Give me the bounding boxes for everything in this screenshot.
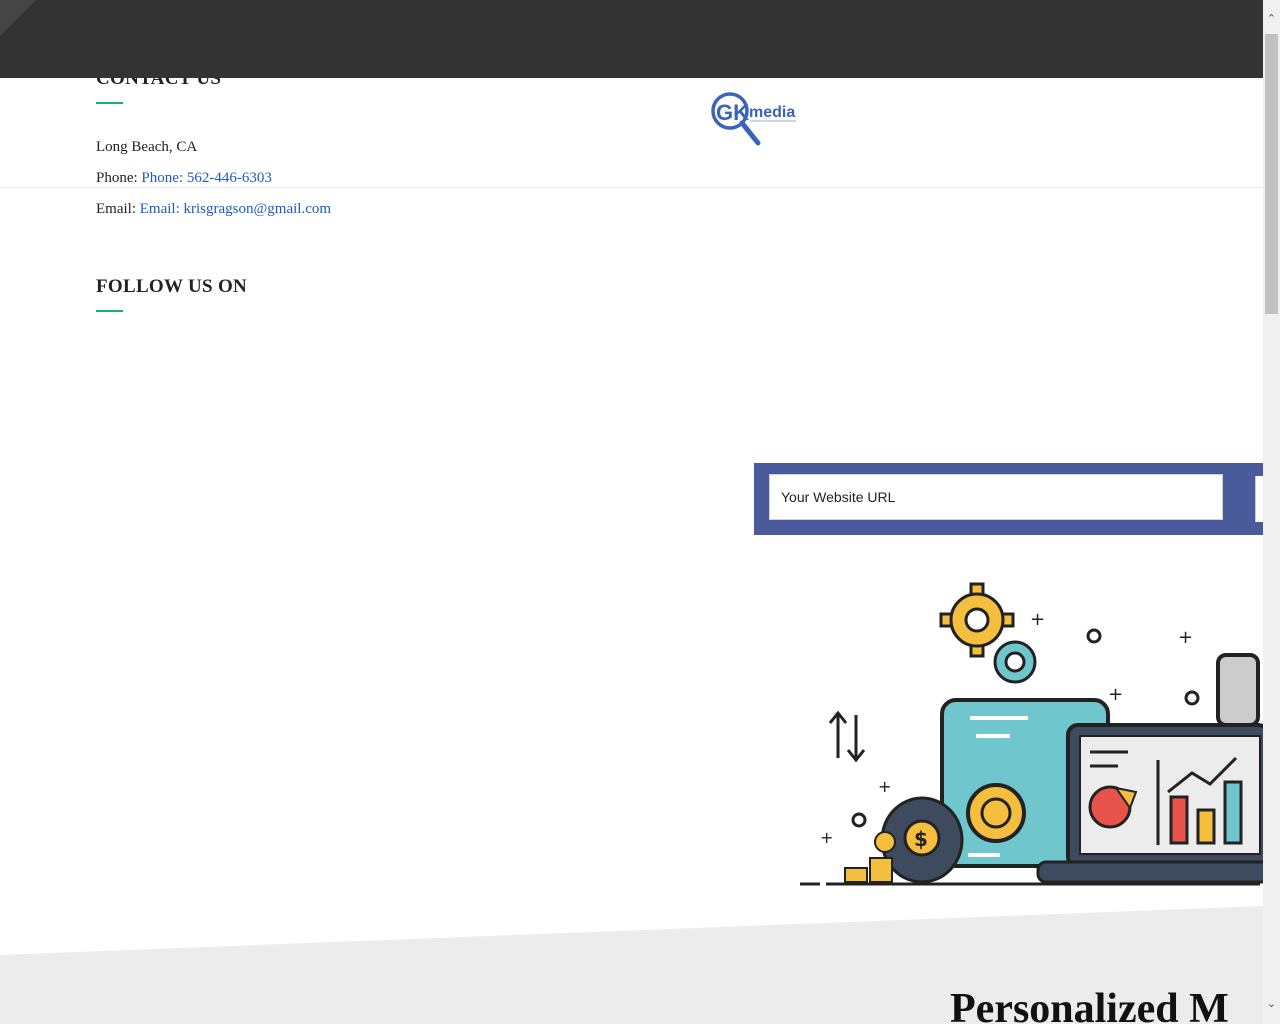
page-content: GK media CONTACT US Long Beach, CA Phone… <box>0 0 1263 1024</box>
email-link[interactable]: Email: krisgragson@gmail.com <box>140 201 331 217</box>
svg-text:+: + <box>820 828 833 847</box>
svg-text:+: + <box>878 777 891 796</box>
svg-text:+: + <box>1108 684 1123 705</box>
analyze-button[interactable] <box>1255 476 1263 522</box>
gear-small-icon <box>993 640 1037 684</box>
scroll-up-icon[interactable]: ⌃ <box>1263 10 1280 27</box>
scroll-thumb[interactable] <box>1265 34 1278 314</box>
phone-link[interactable]: Phone: 562-446-6303 <box>141 170 271 186</box>
header-divider <box>0 187 1263 188</box>
svg-text:+: + <box>1178 627 1193 648</box>
contact-phone-row: Phone: Phone: 562-446-6303 <box>96 170 272 187</box>
scroll-down-icon[interactable]: ⌄ <box>1263 995 1280 1012</box>
follow-heading: FOLLOW US ON <box>96 276 248 297</box>
gk-media-logo[interactable]: GK media <box>710 89 805 151</box>
top-header-bar <box>0 0 1263 78</box>
logo-text: media <box>749 104 795 121</box>
contact-heading-underline <box>96 102 123 104</box>
url-form-band <box>754 463 1263 535</box>
hero-title: Personalized M <box>950 986 1229 1024</box>
website-url-input[interactable] <box>769 474 1223 520</box>
seo-illustration: + + + + + $ <box>800 582 1263 886</box>
phone-label: Phone: <box>96 170 142 186</box>
contact-city: Long Beach, CA <box>96 139 198 155</box>
svg-text:$: $ <box>914 827 928 851</box>
vertical-scrollbar[interactable]: ⌃ ⌄ <box>1263 0 1280 1024</box>
email-label: Email: <box>96 201 140 217</box>
transfer-arrows-icon <box>828 710 866 763</box>
logo-letters: GK <box>716 100 749 125</box>
contact-email-row: Email: Email: krisgragson@gmail.com <box>96 201 331 218</box>
follow-heading-underline <box>96 310 123 312</box>
svg-text:+: + <box>1030 609 1045 630</box>
header-corner-decoration <box>0 0 36 36</box>
